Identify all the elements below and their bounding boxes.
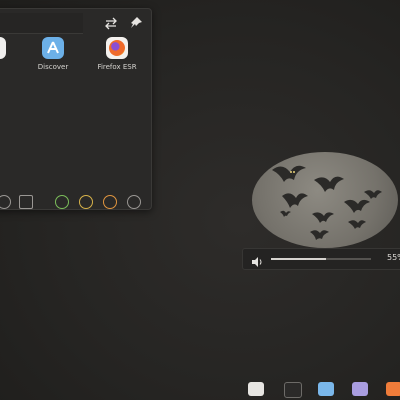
discover-icon: [42, 37, 64, 59]
shutdown-icon[interactable]: [127, 195, 141, 209]
speaker-icon: [251, 253, 263, 267]
firefox-icon: [106, 37, 128, 59]
volume-level: [271, 258, 326, 260]
taskbar: [240, 378, 400, 400]
discover-icon[interactable]: [318, 382, 334, 396]
terminal-icon[interactable]: [284, 382, 302, 398]
bats-illustration: [272, 165, 382, 240]
application-launcher: Discover Firefox ESR: [0, 8, 152, 210]
launcher-app-discover[interactable]: Discover: [23, 37, 83, 71]
volume-percent: 55%: [387, 253, 400, 262]
settings-icon[interactable]: [248, 382, 264, 396]
app-label: Firefox ESR: [97, 63, 137, 71]
restart-icon[interactable]: [103, 195, 117, 209]
pin-icon[interactable]: [128, 15, 144, 31]
configure-icon[interactable]: [103, 15, 119, 31]
user-icon[interactable]: [0, 195, 11, 209]
launcher-app-firefox[interactable]: Firefox ESR: [87, 37, 147, 71]
app-icon: [0, 37, 6, 59]
volume-osd: 55%: [242, 248, 400, 270]
search-field[interactable]: [0, 13, 83, 34]
files-icon[interactable]: [352, 382, 368, 396]
volume-slider[interactable]: [271, 258, 371, 260]
firefox-icon[interactable]: [386, 382, 400, 396]
sleep-icon[interactable]: [55, 195, 69, 209]
wallpaper-moon: [252, 152, 398, 248]
hibernate-icon[interactable]: [79, 195, 93, 209]
app-label: Discover: [37, 63, 69, 71]
switch-user-icon[interactable]: [19, 195, 33, 209]
